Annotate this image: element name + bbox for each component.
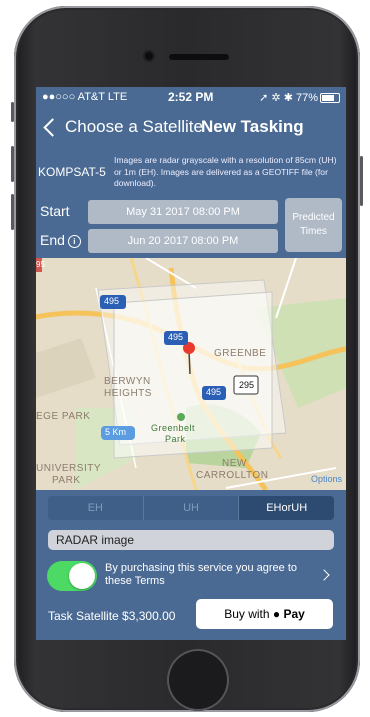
product-field[interactable]: RADAR image <box>48 530 334 550</box>
info-icon[interactable]: i <box>67 234 81 248</box>
predicted-times-button[interactable]: Predicted Times <box>285 198 342 252</box>
map-label-university: UNIVERSITY <box>36 463 102 474</box>
page-title: New Tasking <box>201 117 304 136</box>
map-label-greenbelt-park: Greenbelt <box>151 423 196 433</box>
map-options-link[interactable]: Options <box>311 474 342 484</box>
terms-toggle[interactable] <box>47 561 97 591</box>
map-view[interactable]: GREENBE BERWYN HEIGHTS Greenbelt Park EG… <box>36 258 346 490</box>
chevron-right-icon[interactable] <box>318 569 330 581</box>
shield-label-1: 495 <box>104 296 120 306</box>
satellite-description: Images are radar grayscale with a resolu… <box>114 155 337 188</box>
task-price-label: Task Satellite $3,300.00 <box>48 609 176 623</box>
power-button <box>360 156 363 206</box>
map-label-park: PARK <box>52 475 81 486</box>
predicted-times-line2: Times <box>300 226 327 237</box>
segment-uh[interactable]: UH <box>144 496 240 520</box>
toggle-knob <box>69 563 95 589</box>
carrier-label: ●●○○○ AT&T LTE <box>42 91 128 103</box>
earpiece-speaker <box>169 54 229 60</box>
map-label-greenbelt-park-line2: Park <box>165 434 186 444</box>
app-screen: ●●○○○ AT&T LTE 2:52 PM ➚ ✲ ✱ 77% Choose … <box>36 87 346 640</box>
apple-pay-prefix: Buy with <box>224 607 273 621</box>
park-marker-icon <box>177 413 185 421</box>
apple-pay-button[interactable]: Buy with ● Pay <box>196 599 333 629</box>
apple-pay-brand: Pay <box>280 607 305 621</box>
shield-label-295: 295 <box>239 380 255 390</box>
satellite-info: KOMPSAT-5 Images are radar grayscale wit… <box>36 153 346 193</box>
back-button-label: Choose a Satellite <box>65 117 203 136</box>
back-button[interactable]: Choose a Satellite <box>42 117 203 137</box>
segment-ehoruh[interactable]: EHorUH <box>239 496 334 520</box>
map-label-carrollton: CARROLLTON <box>196 470 269 481</box>
front-camera <box>145 52 153 60</box>
battery-icon <box>320 93 340 104</box>
segment-eh[interactable]: EH <box>48 496 144 520</box>
scale-label: 5 Km <box>105 427 127 437</box>
start-date-field[interactable]: May 31 2017 08:00 PM <box>88 200 278 224</box>
map-label-greenbelt: GREENBE <box>214 348 267 359</box>
chevron-left-icon <box>43 117 62 137</box>
satellite-name: KOMPSAT-5 <box>38 165 106 179</box>
status-indicators: ➚ ✲ ✱ 77% <box>259 91 340 104</box>
mute-switch <box>11 102 14 122</box>
volume-down-button <box>11 194 14 230</box>
map-label-new: NEW <box>222 458 247 469</box>
shield-label-2: 495 <box>168 332 184 342</box>
map-label-berwyn: BERWYN <box>104 376 151 387</box>
clock: 2:52 PM <box>168 90 214 104</box>
terms-text[interactable]: By purchasing this service you agree to … <box>105 562 320 588</box>
end-date-field[interactable]: Jun 20 2017 08:00 PM <box>88 229 278 253</box>
predicted-times-label: Predicted Times <box>292 211 334 239</box>
map-label-heights: HEIGHTS <box>104 388 152 399</box>
predicted-times-line1: Predicted <box>292 212 335 223</box>
shield-label-edge: 95 <box>36 260 45 269</box>
coverage-overlay-front <box>113 291 273 459</box>
start-label: Start <box>40 203 70 219</box>
map-label-edge-park: EGE PARK <box>36 411 91 422</box>
status-bar: ●●○○○ AT&T LTE 2:52 PM ➚ ✲ ✱ 77% <box>36 87 346 107</box>
shield-label-3: 495 <box>206 387 222 397</box>
map-canvas <box>36 258 346 490</box>
navigation-bar: Choose a Satellite New Tasking <box>36 109 346 147</box>
imaging-mode-selector: EH UH EHorUH <box>48 496 334 520</box>
end-label: End i <box>40 232 81 248</box>
volume-up-button <box>11 146 14 182</box>
home-button[interactable] <box>167 649 229 711</box>
status-indicator-text: ➚ ✲ ✱ 77% <box>259 92 318 104</box>
end-label-text: End <box>40 232 65 248</box>
